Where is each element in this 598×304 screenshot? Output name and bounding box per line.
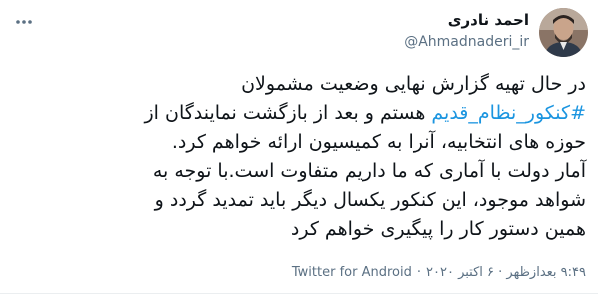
avatar[interactable] (539, 8, 588, 57)
tweet-line: شواهد موجود، این کنکور یکسال دیگر باید ت… (154, 189, 586, 211)
tweet-meta: Twitter for Android · ۹:۴۹ بعدازظهر · ۶ … (292, 262, 586, 282)
tweet-header: احمد نادری @Ahmadnaderi_ir (404, 8, 588, 66)
author-names: احمد نادری @Ahmadnaderi_ir (404, 10, 529, 52)
tweet-timestamp[interactable]: ۹:۴۹ بعدازظهر · ۶ اکتبر ۲۰۲۰ (426, 265, 586, 280)
tweet-text: در حال تهیه گزارش نهایی وضعیت مشمولان #ک… (18, 70, 587, 244)
meta-separator: · (416, 264, 421, 280)
tweet-line: آمار دولت با آماری که ما داریم متفاوت اس… (152, 160, 586, 182)
divider (0, 293, 598, 294)
author-handle[interactable]: @Ahmadnaderi_ir (404, 32, 529, 52)
tweet-source[interactable]: Twitter for Android (292, 265, 412, 280)
tweet-line: #کنکور_نظام_قدیم هستم و بعد از بازگشت نم… (18, 99, 587, 128)
hashtag-link[interactable]: #کنکور_نظام_قدیم (431, 102, 586, 124)
tweet-card: احمد نادری @Ahmadnaderi_ir در حال تهیه گ… (0, 0, 598, 304)
tweet-line: در حال تهیه گزارش نهایی وضعیت مشمولان (241, 73, 586, 95)
tweet-line: همین دستور کار را پیگیری خواهم کرد (290, 218, 586, 240)
more-options-icon[interactable] (12, 12, 36, 32)
author-display-name[interactable]: احمد نادری (448, 10, 529, 30)
tweet-line: حوزه های انتخابیه، آنرا به کمیسیون ارائه… (171, 131, 586, 153)
tweet-line-text: هستم و بعد از بازگشت نمایندگان از (144, 102, 432, 124)
